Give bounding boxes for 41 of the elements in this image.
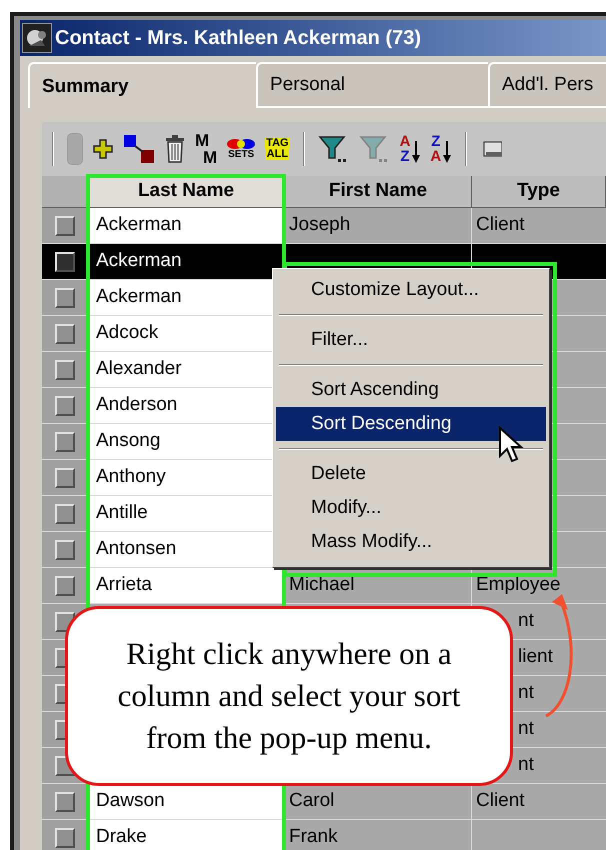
column-header[interactable]: First Name (285, 176, 472, 207)
table-cell-text: nt (518, 717, 534, 742)
tab[interactable]: Add'l. Pers (488, 62, 606, 108)
row-selector[interactable] (54, 540, 74, 560)
tab[interactable]: Personal (256, 62, 488, 108)
row-selector[interactable] (54, 432, 74, 452)
row-selector[interactable] (54, 252, 74, 272)
row-selector[interactable] (54, 504, 74, 524)
row-selector[interactable] (54, 324, 74, 344)
row-selector[interactable] (54, 396, 74, 416)
callout-text: Right click anywhere on a column and select your sort from the pop-up menu. (116, 635, 462, 757)
table-cell-text: nt (518, 753, 534, 778)
app-icon (22, 23, 52, 53)
menu-item[interactable]: Sort Descending (276, 407, 546, 441)
row-selector[interactable] (54, 468, 74, 488)
table-cell-text: Client (476, 213, 525, 238)
table-cell: Dawson (88, 784, 285, 819)
row-selector[interactable] (54, 828, 74, 848)
tab[interactable]: Summary (28, 62, 256, 108)
table-cell: Frank (285, 820, 472, 850)
row-selector[interactable] (54, 216, 74, 236)
table-cell-text: nt (518, 681, 534, 706)
row-selector[interactable] (54, 360, 74, 380)
table-cell-text: lient (518, 645, 553, 670)
table-cell: Drake (88, 820, 285, 850)
row-selector[interactable] (54, 792, 74, 812)
table-cell-text: Employee (476, 573, 560, 598)
row-selector[interactable] (54, 288, 74, 308)
linked-squares-icon[interactable] (123, 134, 155, 164)
table-cell: Ackerman (88, 208, 285, 243)
letters-icon[interactable]: M M (195, 132, 218, 166)
table-cell: Arrieta (88, 568, 285, 603)
table-cell-text: nt (518, 609, 534, 634)
plus-icon[interactable] (92, 138, 114, 160)
table-cell-text: Client (476, 789, 525, 814)
row-selector[interactable] (54, 576, 74, 596)
trash-icon[interactable] (164, 134, 186, 164)
table-cell: Joseph (285, 208, 472, 243)
window-title: Contact - Mrs. Kathleen Ackerman (73) (55, 26, 422, 51)
column-header[interactable]: Last Name (88, 176, 285, 207)
column-header[interactable]: Type (472, 176, 606, 207)
